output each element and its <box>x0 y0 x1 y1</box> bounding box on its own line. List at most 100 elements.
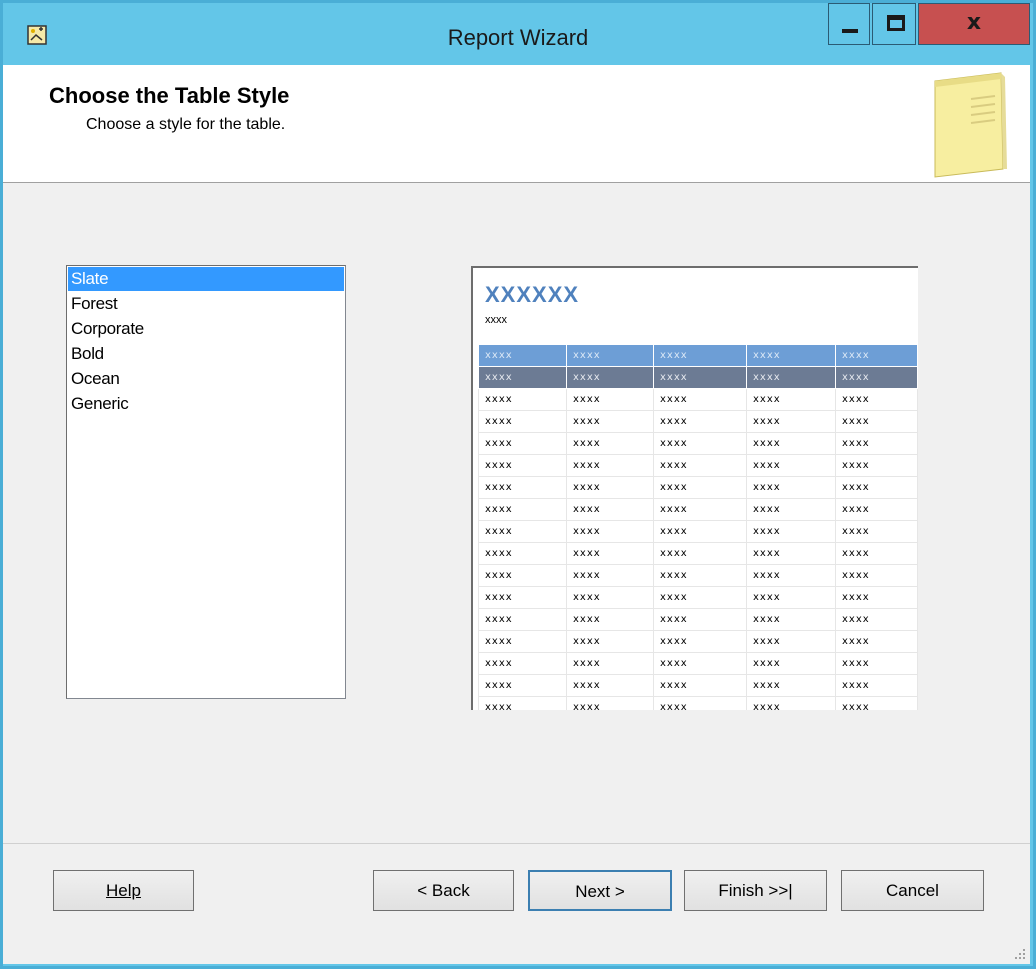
preview-cell: xxxx <box>566 454 654 477</box>
preview-cell: xxxx <box>653 454 747 477</box>
preview-cell: xxxx <box>478 498 567 521</box>
title-bar[interactable]: Report Wizard x <box>3 3 1033 65</box>
preview-cell: xxxx <box>835 652 918 675</box>
preview-cell: xxxx <box>835 542 918 565</box>
preview-cell: xxxx <box>835 630 918 653</box>
back-button[interactable]: < Back <box>373 870 514 911</box>
notepad-icon <box>934 72 1007 178</box>
style-item-forest[interactable]: Forest <box>68 292 344 316</box>
cancel-button[interactable]: Cancel <box>841 870 984 911</box>
preview-cell: xxxx <box>478 608 567 631</box>
preview-cell: xxxx <box>653 388 747 411</box>
preview-cell: xxxx <box>566 696 654 710</box>
preview-cell: xxxx <box>835 476 918 499</box>
wizard-footer: Help < Back Next > Finish >>| Cancel <box>3 843 1030 964</box>
preview-row: xxxx xxxx xxxx xxxx xxxx <box>478 498 918 521</box>
preview-cell: xxxx <box>566 608 654 631</box>
preview-cell: xxxx <box>653 476 747 499</box>
preview-title: XXXXXX <box>485 282 580 307</box>
preview-cell: xxxx <box>478 476 567 499</box>
style-item-corporate[interactable]: Corporate <box>68 317 344 341</box>
preview-cell: xxxx <box>746 520 836 543</box>
preview-cell: xxxx <box>746 608 836 631</box>
preview-cell: xxxx <box>653 608 747 631</box>
preview-cell: xxxx <box>653 674 747 697</box>
preview-cell: xxxx <box>746 498 836 521</box>
preview-row: xxxx xxxx xxxx xxxx xxxx <box>478 432 918 455</box>
preview-cell: xxxx <box>478 366 567 389</box>
finish-button[interactable]: Finish >>| <box>684 870 827 911</box>
preview-cell: xxxx <box>653 410 747 433</box>
page-subtitle: Choose a style for the table. <box>86 116 286 133</box>
preview-row: xxxx xxxx xxxx xxxx xxxx <box>478 608 918 631</box>
preview-row: xxxx xxxx xxxx xxxx xxxx <box>478 476 918 499</box>
preview-cell: xxxx <box>746 564 836 587</box>
preview-cell: xxxx <box>746 696 836 710</box>
preview-cell: xxxx <box>566 476 654 499</box>
preview-cell: xxxx <box>653 520 747 543</box>
preview-cell: xxxx <box>835 608 918 631</box>
preview-cell: xxxx <box>653 542 747 565</box>
preview-cell: xxxx <box>478 652 567 675</box>
preview-cell: xxxx <box>835 586 918 609</box>
style-item-generic[interactable]: Generic <box>68 392 344 416</box>
preview-subtitle: xxxx <box>485 314 507 326</box>
preview-cell: xxxx <box>478 432 567 455</box>
preview-cell: xxxx <box>566 410 654 433</box>
preview-cell: xxxx <box>835 696 918 710</box>
style-item-bold[interactable]: Bold <box>68 342 344 366</box>
maximize-button[interactable] <box>872 3 916 45</box>
minimize-button[interactable] <box>828 3 870 45</box>
preview-cell: xxxx <box>478 564 567 587</box>
close-button[interactable]: x <box>918 3 1030 45</box>
preview-cell: xxxx <box>746 542 836 565</box>
preview-header-row: xxxx xxxx xxxx xxxx xxxx <box>478 344 918 367</box>
preview-row: xxxx xxxx xxxx xxxx xxxx <box>478 586 918 609</box>
preview-cell: xxxx <box>653 366 747 389</box>
preview-cell: xxxx <box>746 344 836 367</box>
preview-cell: xxxx <box>478 630 567 653</box>
preview-row: xxxx xxxx xxxx xxxx xxxx <box>478 388 918 411</box>
preview-cell: xxxx <box>653 696 747 710</box>
resize-grip-icon[interactable] <box>1014 948 1026 960</box>
preview-row: xxxx xxxx xxxx xxxx xxxx <box>478 454 918 477</box>
preview-cell: xxxx <box>478 674 567 697</box>
preview-cell: xxxx <box>653 564 747 587</box>
preview-cell: xxxx <box>653 630 747 653</box>
preview-cell: xxxx <box>835 366 918 389</box>
preview-cell: xxxx <box>835 454 918 477</box>
close-icon: x <box>966 10 982 35</box>
preview-cell: xxxx <box>653 344 747 367</box>
preview-cell: xxxx <box>653 586 747 609</box>
table-style-list[interactable]: Slate Forest Corporate Bold Ocean Generic <box>66 265 346 699</box>
preview-cell: xxxx <box>746 432 836 455</box>
preview-row: xxxx xxxx xxxx xxxx xxxx <box>478 696 918 710</box>
preview-table: xxxx xxxx xxxx xxxx xxxx xxxx xxxx xxxx xxxx xxxx… <box>478 344 918 710</box>
preview-cell: xxxx <box>478 696 567 710</box>
style-item-slate[interactable]: Slate <box>68 267 344 291</box>
preview-row: xxxx xxxx xxxx xxxx xxxx <box>478 520 918 543</box>
preview-cell: xxxx <box>746 674 836 697</box>
preview-row: xxxx xxxx xxxx xxxx xxxx <box>478 652 918 675</box>
preview-cell: xxxx <box>835 564 918 587</box>
preview-cell: xxxx <box>653 652 747 675</box>
preview-row: xxxx xxxx xxxx xxxx xxxx <box>478 410 918 433</box>
preview-cell: xxxx <box>835 498 918 521</box>
preview-cell: xxxx <box>835 674 918 697</box>
preview-cell: xxxx <box>653 432 747 455</box>
preview-cell: xxxx <box>835 388 918 411</box>
preview-cell: xxxx <box>746 586 836 609</box>
next-button[interactable]: Next > <box>528 870 672 911</box>
preview-cell: xxxx <box>566 652 654 675</box>
style-item-ocean[interactable]: Ocean <box>68 367 344 391</box>
preview-cell: xxxx <box>478 542 567 565</box>
help-button[interactable]: Help <box>53 870 194 911</box>
preview-cell: xxxx <box>478 586 567 609</box>
preview-cell: xxxx <box>566 542 654 565</box>
preview-cell: xxxx <box>566 674 654 697</box>
preview-cell: xxxx <box>566 586 654 609</box>
preview-cell: xxxx <box>835 410 918 433</box>
preview-cell: xxxx <box>566 344 654 367</box>
preview-cell: xxxx <box>746 366 836 389</box>
preview-cell: xxxx <box>478 454 567 477</box>
